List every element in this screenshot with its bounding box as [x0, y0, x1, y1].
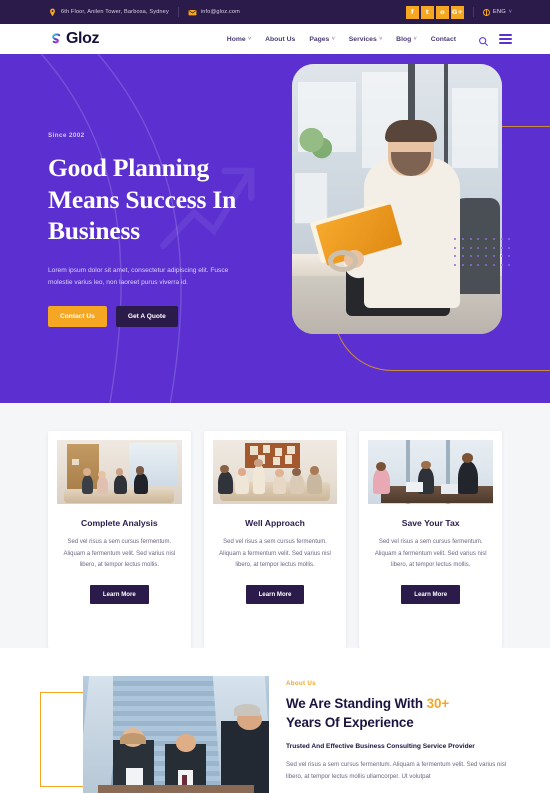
divider	[472, 7, 474, 17]
hero-content: Since 2002 Good Planning Means Success I…	[0, 54, 550, 403]
hero-section: Since 2002 Good Planning Means Success I…	[0, 54, 550, 403]
service-card[interactable]: Save Your Tax Sed vel risus a sem cursus…	[359, 431, 503, 648]
chevron-down-icon: ˅	[379, 36, 383, 42]
about-title-highlight: 30+	[426, 696, 450, 711]
chevron-down-icon: ˅	[508, 9, 512, 15]
email-text: info@gloz.com	[200, 9, 240, 15]
chevron-down-icon: ˅	[248, 36, 252, 42]
hero-photo	[292, 64, 502, 334]
language-selector[interactable]: ENG ˅	[482, 8, 512, 16]
nav-label: Services	[348, 35, 377, 43]
hero-paragraph: Lorem ipsum dolor sit amet, consectetur …	[48, 266, 229, 287]
envelope-icon	[188, 8, 197, 17]
service-card-action: Learn More	[57, 584, 182, 604]
hero-title-line-1: Good Planning	[48, 153, 210, 182]
nav-item-home[interactable]: Home ˅	[227, 36, 251, 43]
about-photo	[83, 676, 269, 793]
twitter-icon[interactable]: t	[420, 5, 434, 19]
nav-item-contact[interactable]: Contact	[431, 36, 456, 43]
dot-grid-decoration	[454, 238, 516, 272]
divider	[177, 7, 179, 17]
about-lead: Trusted And Effective Business Consultin…	[286, 743, 475, 751]
hero-eyebrow: Since 2002	[48, 132, 85, 139]
hero-title-line-3: Business	[48, 216, 140, 246]
hero-title-line-2: Means Success In	[48, 184, 237, 214]
about-image-column	[40, 676, 270, 793]
about-title-line-2: Years Of Experience	[286, 715, 414, 731]
about-photo-scene	[83, 676, 269, 793]
hero-photo-scene	[292, 64, 502, 334]
service-card-image	[212, 440, 338, 504]
globe-icon	[482, 8, 490, 16]
contact-us-button[interactable]: Contact Us	[48, 306, 107, 328]
logo[interactable]: Gloz	[48, 30, 99, 48]
about-eyebrow: About Us	[286, 680, 316, 687]
language-label: ENG	[492, 9, 506, 15]
nav-item-blog[interactable]: Blog ˅	[396, 36, 417, 43]
logo-text: Gloz	[66, 30, 100, 47]
nav-item-services[interactable]: Services ˅	[349, 36, 382, 43]
top-info-bar: 6th Floor, Anilen Tower, Barbosa, Sydney…	[0, 0, 550, 24]
google-plus-icon[interactable]: G+	[450, 5, 464, 19]
about-text-column: About Us We Are Standing With 30+ Years …	[286, 676, 512, 793]
service-card-title: Well Approach	[245, 518, 305, 528]
hero-image-column	[280, 54, 550, 403]
hero-text-column: Since 2002 Good Planning Means Success I…	[48, 54, 280, 403]
chevron-down-icon: ˅	[413, 36, 417, 42]
about-body: Sed vel risus a sem cursus fermentum. Al…	[286, 761, 507, 780]
get-a-quote-button[interactable]: Get A Quote	[115, 306, 178, 328]
service-card-action: Learn More	[368, 584, 493, 604]
service-card-title: Save Your Tax	[401, 518, 460, 528]
location-pin-icon	[48, 8, 57, 17]
nav-item-pages[interactable]: Pages ˅	[309, 36, 334, 43]
instagram-icon[interactable]: o	[435, 5, 449, 19]
address-block: 6th Floor, Anilen Tower, Barbosa, Sydney	[48, 8, 169, 17]
search-icon[interactable]	[478, 34, 489, 46]
page-title: Good Planning Means Success In Business	[48, 152, 280, 247]
service-card[interactable]: Complete Analysis Sed vel risus a sem cu…	[48, 431, 191, 648]
learn-more-button[interactable]: Learn More	[401, 584, 461, 604]
chevron-down-icon: ˅	[331, 36, 335, 42]
nav-label: Pages	[309, 35, 330, 43]
learn-more-button[interactable]: Learn More	[245, 584, 305, 604]
address-text: 6th Floor, Anilen Tower, Barbosa, Sydney	[61, 9, 169, 15]
facebook-icon[interactable]: f	[405, 5, 419, 19]
service-card-text: Sed vel risus a sem cursus fermentum. Al…	[63, 539, 176, 569]
about-section: About Us We Are Standing With 30+ Years …	[0, 648, 550, 793]
gloz-swirl-logo-icon	[48, 32, 63, 47]
learn-more-button[interactable]: Learn More	[89, 584, 149, 604]
social-links: f t o G+	[405, 5, 464, 19]
service-card-image	[368, 440, 494, 504]
main-navigation: Gloz Home ˅ About Us Pages ˅ Services ˅ …	[0, 24, 550, 54]
service-card-image	[57, 440, 182, 504]
service-card[interactable]: Well Approach Sed vel risus a sem cursus…	[203, 431, 347, 648]
service-card-title: Complete Analysis	[81, 518, 158, 528]
nav-label: Home	[226, 35, 246, 43]
nav-menu: Home ˅ About Us Pages ˅ Services ˅ Blog …	[227, 36, 456, 43]
hero-buttons: Contact Us Get A Quote	[48, 306, 280, 328]
landing-page: 6th Floor, Anilen Tower, Barbosa, Sydney…	[0, 0, 550, 793]
nav-label: Blog	[396, 35, 412, 43]
nav-actions	[478, 34, 512, 46]
nav-label: About Us	[265, 35, 296, 43]
service-card-text: Sed vel risus a sem cursus fermentum. Al…	[374, 539, 487, 569]
email-block[interactable]: info@gloz.com	[188, 8, 240, 17]
about-title-prefix: We Are Standing With	[286, 696, 427, 711]
services-section: Complete Analysis Sed vel risus a sem cu…	[0, 403, 550, 648]
nav-item-about-us[interactable]: About Us	[265, 36, 295, 43]
nav-label: Contact	[430, 35, 456, 43]
about-title: We Are Standing With 30+ Years Of Experi…	[286, 694, 512, 732]
hamburger-menu-icon[interactable]	[499, 34, 512, 44]
service-card-text: Sed vel risus a sem cursus fermentum. Al…	[219, 539, 331, 569]
service-card-action: Learn More	[213, 584, 338, 604]
